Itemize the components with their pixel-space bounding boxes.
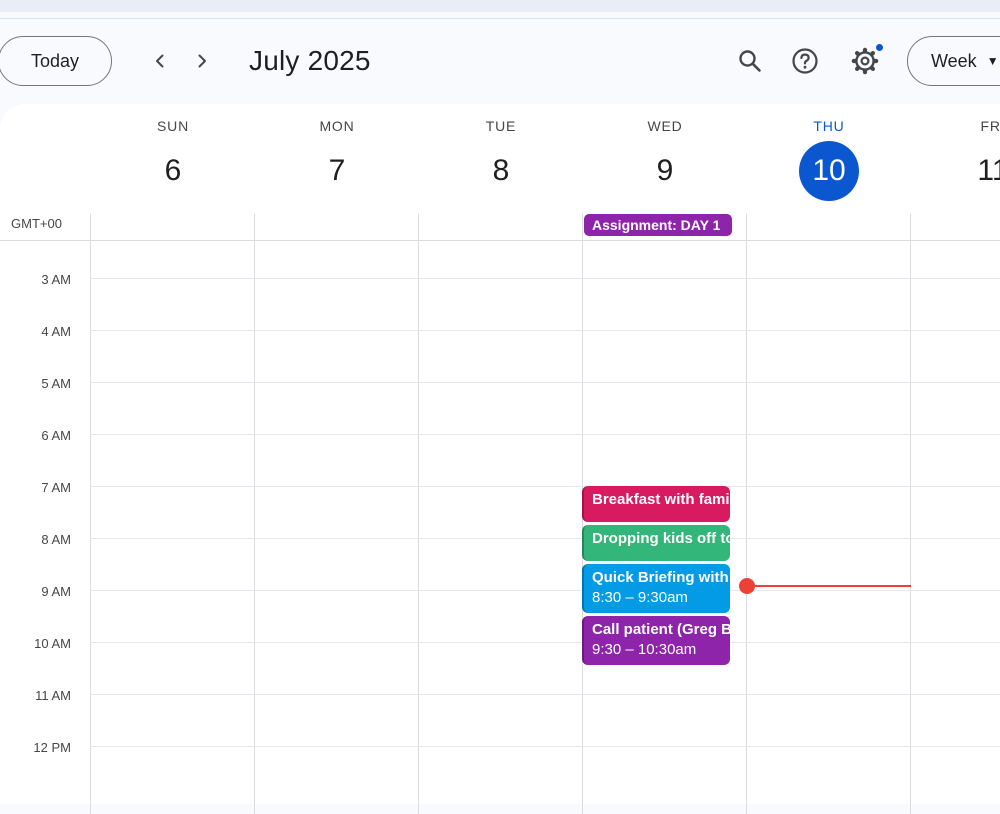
event-dropping-kids[interactable]: Dropping kids off to school [582,525,730,561]
day-header-fri[interactable]: FRI 11 [911,104,1000,212]
time-label: 6 AM [41,428,71,443]
hour-line [90,382,1000,383]
time-label: 4 AM [41,324,71,339]
hour-line [90,642,1000,643]
today-button[interactable]: Today [0,36,112,86]
event-time: 8:30 – 9:30am [592,589,688,606]
view-selector-label: Week [931,50,977,71]
grid-column-line [254,214,255,814]
grid-column-line [746,214,747,814]
chevron-left-icon [156,54,164,68]
time-label: 7 AM [41,480,71,495]
time-label: 8 AM [41,532,71,547]
next-week-button[interactable] [188,47,216,75]
hour-line [90,694,1000,695]
day-header-thu-today[interactable]: THU 10 [747,104,911,212]
week-grid: SUN 6 MON 7 TUE 8 WED 9 THU 10 FRI 11 GM… [0,104,1000,814]
day-header-wed[interactable]: WED 9 [583,104,747,212]
timezone-label: GMT+00 [11,216,62,231]
browser-top-strip [0,0,1000,12]
caret-down-icon: ▼ [986,54,999,68]
day-of-week: TUE [485,118,517,134]
day-of-week: WED [647,118,683,134]
hour-line [90,434,1000,435]
settings-button[interactable] [850,46,880,76]
event-quick-briefing[interactable]: Quick Briefing with team 8:30 – 9:30am [582,564,730,613]
hour-line [90,538,1000,539]
day-of-week: FRI [980,118,1000,134]
search-icon [739,50,761,72]
time-label: 5 AM [41,376,71,391]
all-day-divider [0,240,1000,241]
day-of-week: THU [813,118,845,134]
day-number[interactable]: 7 [307,141,367,201]
current-time-line [748,585,911,587]
grid-column-line [910,214,911,814]
day-number[interactable]: 11 [963,141,1000,201]
time-label: 10 AM [34,636,71,651]
previous-week-button[interactable] [146,47,174,75]
day-header-sun[interactable]: SUN 6 [91,104,255,212]
day-number[interactable]: 8 [471,141,531,201]
chevron-right-icon [198,54,206,68]
month-title: July 2025 [249,45,371,76]
time-label: 3 AM [41,272,71,287]
time-label: 12 PM [33,740,71,755]
hour-line [90,590,1000,591]
settings-notification-dot [876,44,883,51]
day-header-mon[interactable]: MON 7 [255,104,419,212]
event-call-patient[interactable]: Call patient (Greg B.) 9:30 – 10:30am [582,616,730,665]
hour-line [90,746,1000,747]
grid-column-line [90,214,91,814]
event-title: Breakfast with family [592,491,730,508]
day-header-tue[interactable]: TUE 8 [419,104,583,212]
hour-line [90,330,1000,331]
day-number[interactable]: 9 [635,141,695,201]
event-title: Call patient (Greg B.) [592,621,730,638]
help-button[interactable] [790,46,820,76]
grid-column-line [418,214,419,814]
event-time: 9:30 – 10:30am [592,641,697,658]
day-of-week: MON [319,118,355,134]
help-icon [792,48,818,74]
top-divider [0,18,1000,19]
day-number-today[interactable]: 10 [799,141,859,201]
event-title: Quick Briefing with team [592,569,730,586]
event-breakfast[interactable]: Breakfast with family [582,486,730,522]
all-day-event[interactable]: Assignment: DAY 1 [584,214,732,236]
search-button[interactable] [735,46,765,76]
view-selector[interactable]: Week ▼ [907,36,1000,86]
time-label: 9 AM [41,584,71,599]
hour-line [90,278,1000,279]
day-of-week: SUN [157,118,189,134]
day-number[interactable]: 6 [143,141,203,201]
hour-line [90,486,1000,487]
event-title: Dropping kids off to school [592,530,730,547]
calendar-header: Today July 2025 Week ▼ [0,20,1000,104]
time-label: 11 AM [35,688,71,703]
settings-icon [851,47,879,75]
